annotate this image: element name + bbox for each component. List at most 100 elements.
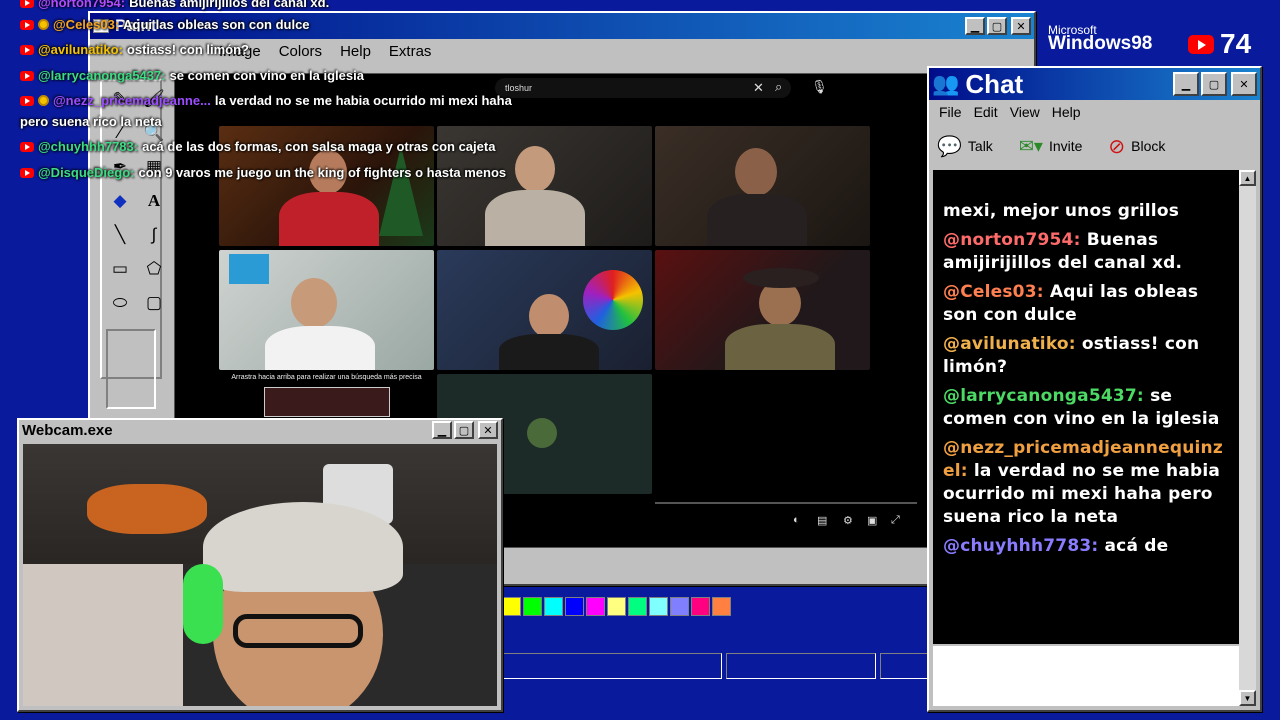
chat-message: @Celes03: Aqui las obleas son con dulce: [943, 281, 1229, 327]
talk-button[interactable]: 💬 Talk: [937, 134, 993, 159]
palette-swatch[interactable]: [565, 597, 584, 616]
chat-message: @chuyhhh7783: acá de: [943, 535, 1229, 558]
chat-messages[interactable]: mexi, mejor unos grillos @norton7954: Bu…: [933, 170, 1239, 644]
youtube-icon: [20, 167, 34, 178]
chat-scrollbar[interactable]: ▲ ▼: [1239, 170, 1256, 706]
text-tool-icon[interactable]: A: [140, 187, 168, 215]
close-button[interactable]: ✕: [478, 421, 498, 439]
overlay-chat-user: @Celes03:: [53, 17, 120, 32]
miniplayer-icon[interactable]: ▣: [867, 514, 877, 527]
windows98-logo: Microsoft Windows98: [1048, 24, 1152, 53]
mic-icon[interactable]: 🎙: [811, 79, 828, 95]
maximize-button[interactable]: ▢: [454, 421, 474, 439]
participant-tile-4[interactable]: [219, 250, 434, 370]
overlay-chat-text: pero suena rico la neta: [20, 114, 162, 129]
menu-file[interactable]: File: [933, 104, 968, 120]
fill-bucket-icon[interactable]: ◆: [106, 187, 134, 215]
member-badge-icon: [38, 95, 49, 106]
palette-swatch[interactable]: [586, 597, 605, 616]
overlay-chat-text: ostiass! con limón?: [126, 42, 249, 57]
overlay-chat-text: acá de las dos formas, con salsa maga y …: [142, 139, 496, 154]
palette-swatch[interactable]: [691, 597, 710, 616]
menu-colors[interactable]: Colors: [270, 43, 331, 60]
overlay-chat-user: @chuyhhh7783:: [38, 139, 139, 154]
rounded-rect-tool-icon[interactable]: ▢: [140, 289, 168, 317]
participant-3-shirt: [707, 194, 807, 246]
palette-swatch[interactable]: [670, 597, 689, 616]
brand-windows98-text: Windows98: [1048, 33, 1153, 54]
youtube-icon: [20, 44, 34, 55]
minimize-button[interactable]: ▁: [432, 421, 452, 439]
invite-label: Invite: [1048, 138, 1083, 154]
minimize-button[interactable]: ▁: [965, 17, 985, 35]
youtube-icon: [20, 95, 34, 106]
participant-tile-3[interactable]: [655, 126, 870, 246]
maximize-button[interactable]: ▢: [987, 17, 1007, 35]
video-progress-bar[interactable]: [655, 502, 917, 504]
participant-tile-6[interactable]: [655, 250, 870, 370]
close-button[interactable]: ✕: [1011, 17, 1031, 35]
line-tool-icon[interactable]: ╲: [106, 221, 134, 249]
rectangle-tool-icon[interactable]: ▭: [106, 255, 134, 283]
menu-help[interactable]: Help: [1046, 104, 1087, 120]
palette-swatch[interactable]: [628, 597, 647, 616]
youtube-icon: [1188, 34, 1214, 54]
participant-2-face: [515, 146, 555, 192]
menu-help[interactable]: Help: [331, 43, 380, 60]
menu-view[interactable]: View: [1004, 104, 1046, 120]
participant-4-face: [291, 278, 337, 328]
chat-titlebar[interactable]: 👥 Chat ▁ ▢ ✕: [929, 68, 1260, 100]
overlay-chat-line: @DisqueDiego: con 9 varos me juego un th…: [20, 165, 506, 180]
preview-thumbnail[interactable]: [263, 387, 390, 417]
close-button[interactable]: ✕: [1231, 72, 1257, 96]
prize-wheel-icon: [583, 270, 643, 330]
search-icon[interactable]: ⌕: [775, 79, 782, 95]
webcam-title: Webcam.exe: [22, 421, 113, 439]
green-headphones: [183, 564, 223, 644]
viewer-count-number: 74: [1220, 28, 1252, 59]
fullscreen-icon[interactable]: ⤢: [891, 514, 900, 527]
scroll-down-icon[interactable]: ▼: [1239, 690, 1256, 706]
menu-extras[interactable]: Extras: [380, 43, 441, 60]
curve-tool-icon[interactable]: ∫: [140, 221, 168, 249]
palette-swatch[interactable]: [607, 597, 626, 616]
scroll-up-icon[interactable]: ▲: [1239, 170, 1256, 186]
minimize-button[interactable]: ▁: [1173, 72, 1199, 96]
webcam-titlebar[interactable]: Webcam.exe ▁ ▢ ✕: [19, 420, 501, 440]
streamer-glasses: [233, 614, 363, 648]
menu-edit[interactable]: Edit: [968, 104, 1004, 120]
chat-message: @norton7954: Buenas amijirijillos del ca…: [943, 229, 1229, 275]
participant-5-shirt: [499, 334, 599, 370]
search-input[interactable]: tloshur: [495, 78, 791, 98]
overlay-chat-line: @avilunatiko: ostiass! con limón?: [20, 42, 249, 57]
chat-message: @nezz_pricemadjeannequinzel: la verdad n…: [943, 437, 1229, 529]
palette-swatch[interactable]: [544, 597, 563, 616]
maximize-button[interactable]: ▢: [1201, 72, 1227, 96]
participant-4-shirt: [265, 326, 375, 370]
chat-input[interactable]: [933, 646, 1239, 706]
webcam-feed: [23, 444, 497, 706]
overlay-chat-user: @norton7954:: [38, 0, 126, 10]
youtube-icon: [20, 141, 34, 152]
toggle-icon[interactable]: ◐: [793, 514, 800, 526]
status-cell-main: [502, 653, 722, 679]
palette-swatch[interactable]: [649, 597, 668, 616]
youtube-icon: [20, 70, 34, 81]
palette-swatch[interactable]: [523, 597, 542, 616]
wall-poster: [229, 254, 269, 284]
block-button[interactable]: ⊘ Block: [1108, 134, 1165, 159]
webcam-window[interactable]: Webcam.exe ▁ ▢ ✕: [17, 418, 503, 712]
clear-search-icon[interactable]: ✕: [753, 80, 764, 96]
settings-gear-icon[interactable]: ⚙: [843, 514, 853, 527]
tool-options-box[interactable]: [106, 329, 156, 409]
participant-tile-5[interactable]: [437, 250, 652, 370]
polygon-tool-icon[interactable]: ⬠: [140, 255, 168, 283]
ellipse-tool-icon[interactable]: ⬭: [106, 289, 134, 317]
palette-swatch[interactable]: [712, 597, 731, 616]
palette-swatch[interactable]: [502, 597, 521, 616]
overlay-chat-user: @nezz_pricemadjeanne...: [53, 93, 211, 108]
invite-button[interactable]: ✉▾ Invite: [1019, 136, 1083, 157]
captions-icon[interactable]: ▤: [817, 514, 827, 527]
chat-message-user: @Celes03:: [943, 282, 1044, 302]
chat-window[interactable]: 👥 Chat ▁ ▢ ✕ File Edit View Help 💬 Talk …: [927, 66, 1262, 712]
